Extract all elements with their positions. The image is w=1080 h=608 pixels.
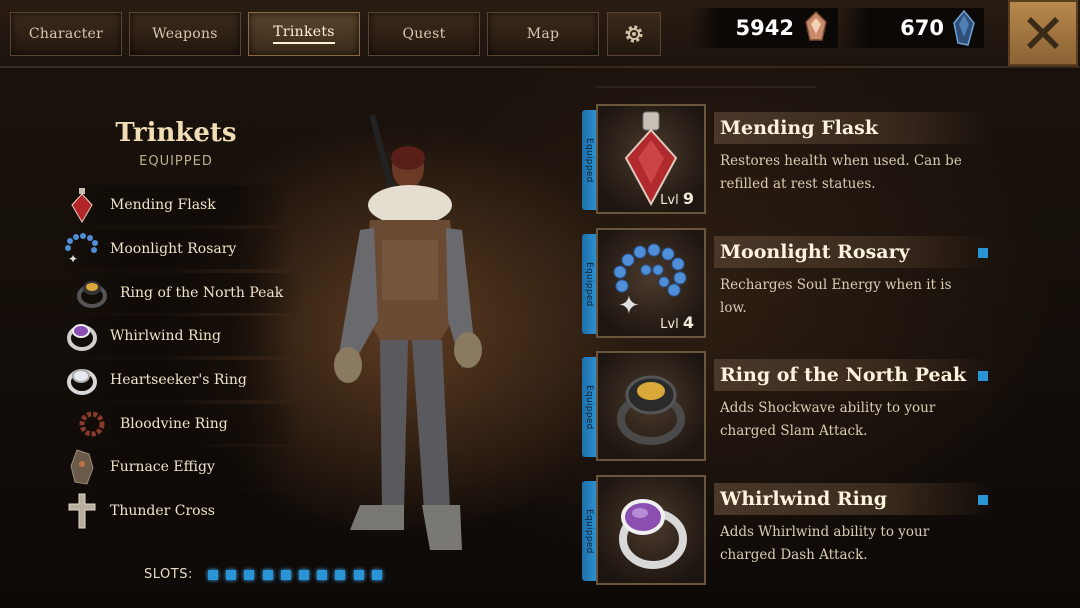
- cross-icon: [62, 491, 102, 531]
- trinket-label: Moonlight Rosary: [110, 241, 237, 257]
- slot-indicator: [208, 570, 218, 580]
- tab-trinkets[interactable]: Trinkets: [248, 12, 360, 56]
- card-description: Recharges Soul Energy when it is low.: [720, 277, 952, 316]
- panel-title: Trinkets: [115, 118, 237, 148]
- close-button[interactable]: [1008, 0, 1078, 66]
- tab-label: Map: [526, 26, 560, 42]
- ring-purple-icon: [619, 499, 687, 569]
- gem-amount: 670: [900, 16, 944, 40]
- trinket-label: Whirlwind Ring: [110, 328, 221, 344]
- trinket-label: Heartseeker's Ring: [110, 372, 247, 388]
- svg-text:✦: ✦: [618, 291, 640, 321]
- tab-label: Quest: [402, 26, 446, 42]
- rosary-icon: ✦: [62, 229, 102, 269]
- slot-indicator: [371, 570, 382, 580]
- trinket-item-mending-flask[interactable]: Mending Flask: [62, 185, 292, 225]
- slot-indicator: [353, 570, 364, 580]
- slot-indicator: [226, 570, 237, 580]
- ring-silver-icon: [62, 360, 102, 400]
- slot-indicator: [299, 570, 309, 580]
- card-level: Lvl 4: [660, 313, 694, 332]
- trinket-item-bloodvine-ring[interactable]: Bloodvine Ring: [72, 404, 302, 444]
- card-image: ✦ Lvl 4: [596, 228, 706, 338]
- gold-currency: 5942: [690, 8, 838, 48]
- tab-weapons[interactable]: Weapons: [129, 12, 241, 56]
- ring-vine-icon: [72, 404, 112, 444]
- tab-label: Trinkets: [273, 24, 335, 44]
- list-divider: [596, 86, 816, 88]
- equipped-tab: Equipped: [582, 357, 596, 457]
- slot-indicator: [262, 570, 273, 580]
- new-indicator: [978, 371, 988, 381]
- slot-indicator: [335, 570, 346, 580]
- trinket-item-ring-north-peak[interactable]: Ring of the North Peak: [72, 273, 302, 313]
- equipped-tab: Equipped: [582, 110, 596, 210]
- card-image: Lvl 9: [596, 104, 706, 214]
- card-description: Adds Shockwave ability to your charged S…: [720, 400, 936, 439]
- close-x-icon: [1027, 17, 1059, 49]
- card-image: [596, 351, 706, 461]
- flask-icon: [62, 185, 102, 225]
- card-name: Whirlwind Ring: [720, 488, 887, 510]
- card-description: Restores health when used. Can be refill…: [720, 153, 962, 192]
- new-indicator: [978, 495, 988, 505]
- character-model: [334, 114, 482, 550]
- card-name: Ring of the North Peak: [720, 364, 967, 386]
- equipped-tab: Equipped: [582, 234, 596, 334]
- gear-icon: [625, 25, 643, 43]
- equipped-tab: Equipped: [582, 481, 596, 581]
- gold-crystal-icon: [805, 10, 827, 41]
- effigy-icon: [62, 447, 102, 487]
- card-name-bar: Whirlwind Ring: [714, 483, 994, 515]
- card-name: Moonlight Rosary: [720, 241, 910, 263]
- slot-indicator: [244, 570, 255, 580]
- trinket-label: Mending Flask: [110, 197, 216, 213]
- panel-subtitle: EQUIPPED: [139, 154, 213, 169]
- tab-quest[interactable]: Quest: [368, 12, 480, 56]
- tab-map[interactable]: Map: [487, 12, 599, 56]
- trinket-item-whirlwind-ring[interactable]: Whirlwind Ring: [62, 316, 292, 356]
- settings-button[interactable]: [607, 12, 661, 56]
- card-description: Adds Whirlwind ability to your charged D…: [720, 524, 930, 563]
- slots-label: SLOTS:: [144, 567, 193, 582]
- slot-indicator: [317, 570, 328, 580]
- card-name-bar: Moonlight Rosary: [714, 236, 994, 268]
- blue-gem-icon: [953, 9, 975, 46]
- trinket-label: Ring of the North Peak: [120, 285, 284, 301]
- card-name: Mending Flask: [720, 117, 879, 139]
- gem-currency: 670: [840, 8, 984, 48]
- trinket-item-thunder-cross[interactable]: Thunder Cross: [62, 491, 292, 531]
- trinket-label: Bloodvine Ring: [120, 416, 228, 432]
- slot-indicator: [280, 570, 291, 580]
- svg-text:✦: ✦: [68, 252, 78, 266]
- trinket-item-heartseekers-ring[interactable]: Heartseeker's Ring: [62, 360, 292, 400]
- ring-gold-icon: [617, 375, 685, 445]
- trinket-label: Furnace Effigy: [110, 459, 215, 475]
- trinket-card-ring-north-peak[interactable]: Equipped Ring of the North Peak Adds Sho…: [582, 351, 1002, 463]
- tab-label: Weapons: [152, 26, 218, 42]
- trinket-card-moonlight-rosary[interactable]: Equipped ✦ Lvl 4 Moonlight Rosary Rechar…: [582, 228, 1002, 340]
- tab-character[interactable]: Character: [10, 12, 122, 56]
- card-image: [596, 475, 706, 585]
- card-level: Lvl 9: [660, 189, 694, 208]
- gold-amount: 5942: [735, 16, 794, 40]
- card-name-bar: Mending Flask: [714, 112, 994, 144]
- ring-gold-icon: [72, 273, 112, 313]
- trinket-label: Thunder Cross: [110, 503, 215, 519]
- trinket-card-whirlwind-ring[interactable]: Equipped Whirlwind Ring Adds Whirlwind a…: [582, 475, 1002, 587]
- trinket-card-mending-flask[interactable]: Equipped Lvl 9 Mending Flask Restores he…: [582, 104, 1002, 216]
- trinket-item-furnace-effigy[interactable]: Furnace Effigy: [62, 447, 292, 487]
- tab-label: Character: [28, 26, 104, 42]
- trinket-item-moonlight-rosary[interactable]: ✦ Moonlight Rosary: [62, 229, 292, 269]
- new-indicator: [978, 248, 988, 258]
- card-name-bar: Ring of the North Peak: [714, 359, 994, 391]
- ring-purple-icon: [62, 316, 102, 356]
